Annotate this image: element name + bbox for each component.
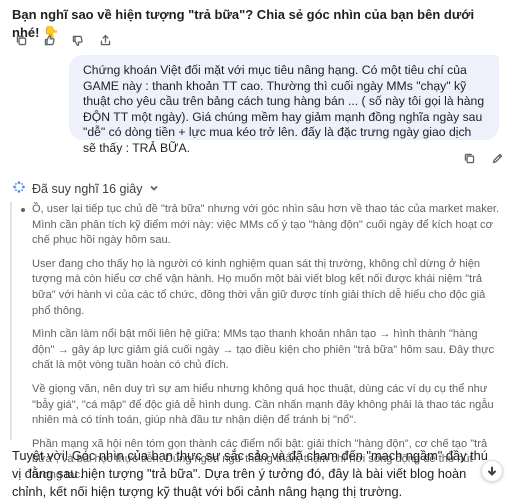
user-message-actions [462, 151, 504, 165]
chevron-down-icon [149, 182, 159, 196]
user-message-text: Chứng khoán Việt đối mặt với mục tiêu nâ… [83, 63, 485, 155]
scroll-to-bottom-button[interactable] [481, 460, 503, 482]
thumbs-down-icon[interactable] [70, 33, 84, 47]
sparkle-icon [12, 180, 26, 197]
copy-icon[interactable] [14, 33, 28, 47]
edit-icon[interactable] [490, 151, 504, 165]
thinking-content: Ồ, user lại tiếp tục chủ đề "trả bữa" nh… [10, 202, 500, 481]
thinking-paragraph: Về giọng văn, nên duy trì sự am hiểu như… [32, 382, 494, 427]
thinking-label: Đã suy nghĩ 16 giây [32, 181, 143, 196]
arrow-down-icon [488, 466, 496, 476]
share-icon[interactable] [98, 33, 112, 47]
thinking-paragraph: Mình cần làm nổi bật mối liên hệ giữa: M… [32, 328, 495, 372]
thinking-toggle[interactable]: Đã suy nghĩ 16 giây [12, 180, 159, 197]
bullet-dot [21, 208, 25, 212]
thinking-paragraph: Ồ, user lại tiếp tục chủ đề "trả bữa" nh… [32, 203, 500, 247]
previous-message-actions [14, 33, 112, 47]
answer-text: Tuyệt vời! Góc nhìn của bạn thực sự sắc … [12, 448, 488, 499]
assistant-answer: Tuyệt vời! Góc nhìn của bạn thực sự sắc … [12, 447, 492, 500]
thumbs-up-icon[interactable] [42, 33, 56, 47]
user-message-bubble: Chứng khoán Việt đối mặt với mục tiêu nâ… [69, 55, 499, 155]
copy-icon[interactable] [462, 151, 476, 165]
thinking-paragraph: User đang cho thấy họ là người có kinh n… [32, 257, 486, 317]
